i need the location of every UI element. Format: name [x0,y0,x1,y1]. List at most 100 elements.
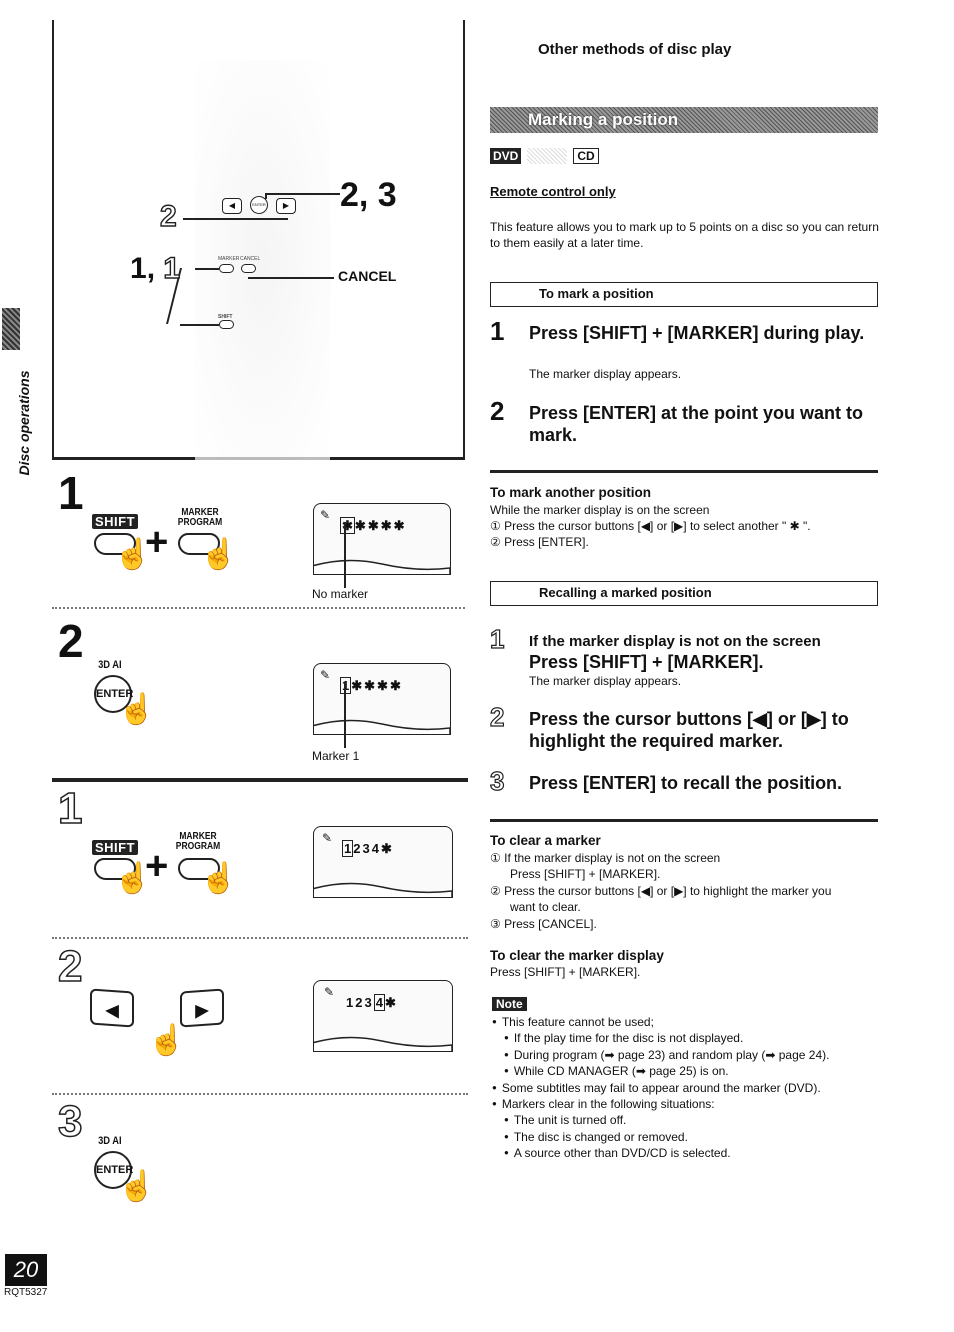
tv-screen-no-marker: ✎ ✱ ✱✱✱✱ [313,503,451,575]
cursor-right-button-icon: ▶ [180,988,224,1028]
marker-row: 1✱✱✱✱ [340,677,403,694]
step-number: 1 [490,316,505,346]
step-number: 3 [489,766,505,796]
step-instruction: Press [ENTER] to recall the position. [529,773,843,793]
remote-cancel-button-icon [241,264,256,273]
marker-slot: 3 [364,995,374,1010]
mark-another-item: ① Press the cursor buttons [◀] or [▶] to… [490,519,811,533]
marker-pin-icon: ✎ [322,831,333,845]
callout-label-23: 2, 3 [340,176,397,214]
marker-slot-highlighted: ✱ [340,517,355,534]
remote-body-shading [195,60,330,460]
remote-right-button-icon: ▶ [276,198,296,214]
marker-slot: ✱ [380,518,394,533]
note-badge: Note [492,997,527,1011]
illustration-recall-step-1: 1 [57,784,83,833]
marker-pin-icon: ✎ [320,508,331,522]
marker-pin-icon: ✎ [320,668,331,682]
section-divider [490,470,878,473]
note-item: This feature cannot be used; [492,1014,892,1030]
note-item: During program (➡ page 23) and random pl… [492,1047,892,1063]
step-number: 2 [490,396,505,426]
marker-slot: ✱ [377,678,390,693]
note-item: Some subtitles may fail to appear around… [492,1080,892,1096]
step-instruction: Press [SHIFT] + [MARKER] during play. [529,323,865,343]
note-list: This feature cannot be used;If the play … [492,1014,892,1162]
tv-screen-marker-4-highlighted: ✎ 123 4 ✱ [313,980,453,1052]
marker-slot: 4 [371,841,381,856]
marker-slot-highlighted: 1 [342,840,354,857]
step-number: 1 [489,624,505,654]
heading-recall-position: Recalling a marked position [490,581,878,606]
screen-caption-no-marker: No marker [312,587,369,601]
note-item: The disc is changed or removed. [492,1129,892,1145]
pointing-hand-icon: ☝ [200,538,238,571]
step-divider [52,937,468,939]
mark-another-intro: While the marker display is on the scree… [490,503,710,517]
cursor-left-button-icon: ◀ [90,988,134,1028]
pointer-line [344,522,346,588]
note-item: While CD MANAGER (➡ page 25) is on. [492,1063,892,1079]
section-divider [52,778,468,782]
remote-left-button-icon: ◀ [222,198,242,214]
clear-marker-item: ③ Press [CANCEL]. [490,917,597,931]
marker-slot: 3 [362,841,372,856]
screen-caption-marker-1: Marker 1 [312,749,360,763]
step-precondition: If the marker display is not on the scre… [529,633,821,650]
callout-line-23 [265,193,340,195]
heading-mark-position: To mark a position [490,282,878,307]
clear-marker-item: ① If the marker display is not on the sc… [490,851,721,881]
step-divider [52,607,465,609]
marker-pin-icon: ✎ [324,985,335,999]
intro-text: This feature allows you to mark up to 5 … [490,220,879,250]
marker-slot: ✱ [393,518,407,533]
disc-type-badges: DVD CD [490,148,599,164]
plus-sign: + [145,844,169,888]
pointer-line [344,682,346,748]
disc-badge-dvd: DVD [490,148,522,164]
clear-display-text: Press [SHIFT] + [MARKER]. [490,965,641,979]
banner-title: Marking a position [490,107,878,133]
pointing-hand-icon: ☝ [148,1024,186,1057]
marker-slot: ✱ [380,841,394,856]
pointing-hand-icon: ☝ [118,1170,156,1203]
marker-row: ✱ ✱✱✱✱ [340,517,407,534]
disc-badge-disabled [527,148,568,164]
marker-slot: ✱ [364,678,378,693]
note-item: The unit is turned off. [492,1112,892,1128]
marker-key-label: MARKER PROGRAM [175,831,221,852]
callout-label-2: 2 [159,199,177,233]
illustration-step-2: 2 [58,615,84,667]
step-note: The marker display appears. [529,674,682,688]
remote-marker-button-icon [219,264,234,273]
callout-line-1-top [195,268,219,270]
heading-clear-marker: To clear a marker [490,833,601,848]
marker-row: 1234✱ [342,840,394,857]
marker-slot-highlighted: 4 [373,994,385,1011]
disc-badge-cd: CD [573,148,599,164]
illustration-recall-step-2: 2 [57,942,83,991]
callout-label-1-pair: 1, 1 [130,251,181,285]
section-header: Other methods of disc play [538,41,732,58]
step-instruction: Press the cursor buttons [◀] or [▶] to h… [529,709,849,751]
step-note: The marker display appears. [529,367,682,381]
step-divider [52,1093,468,1095]
side-section-label: Disc operations [16,370,32,476]
page-number: 20 [5,1254,47,1286]
step-number: 2 [489,702,505,732]
marker-row: 1234✱ [346,994,398,1011]
tv-screen-markers-1234: ✎ 1 234✱ [313,826,453,898]
tv-screen-marker-1: ✎ 1✱✱✱✱ [313,663,451,735]
mark-another-item: ② Press [ENTER]. [490,535,589,549]
step-instruction: Press [ENTER] at the point you want to m… [529,403,864,445]
illustration-recall-step-3: 3 [57,1097,83,1146]
enter-key-caption: 3D AI [98,1135,122,1147]
remote-marker-tiny-label: MARKER [218,256,240,262]
pointing-hand-icon: ☝ [118,693,156,726]
marker-key-label: MARKER PROGRAM [177,507,223,528]
note-item: If the play time for the disc is not dis… [492,1030,892,1046]
plus-sign: + [145,520,169,564]
shift-key-label: SHIFT [92,514,139,529]
note-item: A source other than DVD/CD is selected. [492,1145,892,1161]
remote-shift-button-icon [219,320,234,329]
